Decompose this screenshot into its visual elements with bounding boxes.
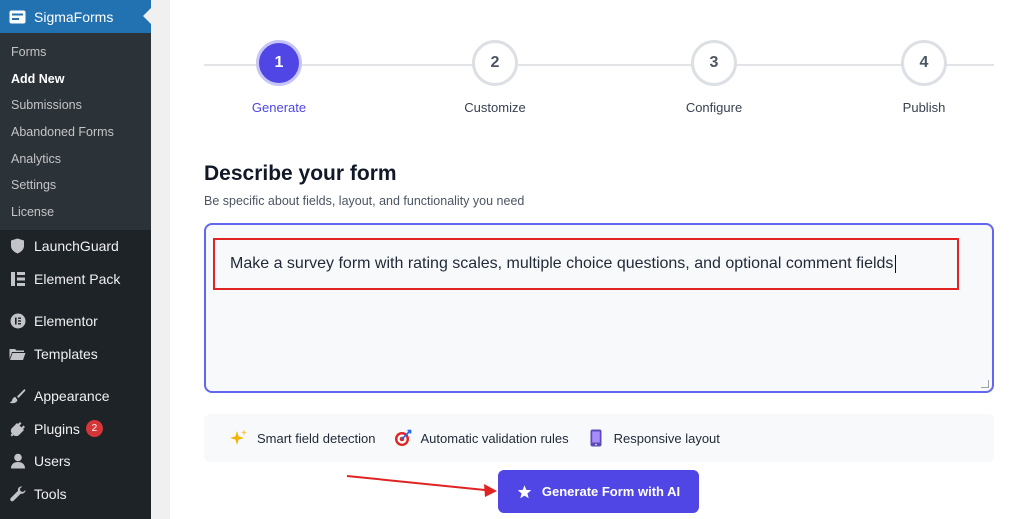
element-pack-icon xyxy=(9,270,26,287)
step-label: Generate xyxy=(251,100,307,115)
step-number: 1 xyxy=(256,40,302,86)
submenu-forms[interactable]: Forms xyxy=(0,39,151,66)
feature-smart-field-detection: Smart field detection xyxy=(230,429,376,447)
form-description-textarea[interactable]: Make a survey form with rating scales, m… xyxy=(204,223,994,393)
brush-icon xyxy=(9,388,26,405)
step-generate[interactable]: 1 Generate xyxy=(209,40,349,115)
submenu-analytics[interactable]: Analytics xyxy=(0,146,151,173)
feature-label: Smart field detection xyxy=(257,430,376,446)
shield-icon xyxy=(9,238,26,255)
form-icon xyxy=(9,10,26,24)
sidebar-item-elementor[interactable]: Elementor xyxy=(0,305,151,338)
step-number: 3 xyxy=(691,40,737,86)
plugins-update-badge: 2 xyxy=(85,420,103,438)
sidebar-item-label: Appearance xyxy=(34,388,110,405)
step-number: 4 xyxy=(901,40,947,86)
sidebar-submenu: Forms Add New Submissions Abandoned Form… xyxy=(0,33,151,230)
sidebar-item-plugins[interactable]: Plugins 2 xyxy=(0,412,151,445)
generate-button-label: Generate Form with AI xyxy=(541,484,681,499)
sidebar-item-templates[interactable]: Templates xyxy=(0,337,151,370)
submenu-license[interactable]: License xyxy=(0,199,151,226)
step-label: Configure xyxy=(685,100,743,115)
generate-form-button[interactable]: Generate Form with AI xyxy=(498,470,699,513)
submenu-settings[interactable]: Settings xyxy=(0,172,151,199)
sidebar-item-label: Templates xyxy=(34,345,98,362)
wrench-icon xyxy=(9,485,26,502)
step-publish[interactable]: 4 Publish xyxy=(854,40,994,115)
plug-icon xyxy=(9,420,26,437)
sparkles-icon xyxy=(230,429,248,447)
feature-automatic-validation-rules: Automatic validation rules xyxy=(394,429,569,447)
page-title: Describe your form xyxy=(204,162,397,185)
elementor-icon xyxy=(9,313,26,330)
prompt-value: Make a survey form with rating scales, m… xyxy=(230,255,894,272)
annotation-arrow-icon xyxy=(346,475,497,497)
feature-list: Smart field detection Automatic validati… xyxy=(204,414,994,462)
star-icon xyxy=(517,484,532,499)
main-content: 1 Generate 2 Customize 3 Configure 4 Pub… xyxy=(170,0,1024,519)
sidebar-item-users[interactable]: Users xyxy=(0,445,151,478)
sidebar-item-sigmaforms[interactable]: SigmaForms xyxy=(0,0,151,33)
sidebar-item-launchguard[interactable]: LaunchGuard xyxy=(0,230,151,263)
active-menu-pointer xyxy=(143,8,151,24)
sidebar-item-label: Element Pack xyxy=(34,270,121,287)
admin-sidebar: SigmaForms Forms Add New Submissions Aba… xyxy=(0,0,151,519)
highlighted-prompt-text: Make a survey form with rating scales, m… xyxy=(213,238,959,290)
step-number: 2 xyxy=(472,40,518,86)
page-subtitle: Be specific about fields, layout, and fu… xyxy=(204,194,525,208)
feature-label: Responsive layout xyxy=(613,430,720,446)
feature-label: Automatic validation rules xyxy=(420,430,569,446)
target-icon xyxy=(394,429,412,447)
sidebar-item-label: SigmaForms xyxy=(34,8,114,25)
progress-stepper: 1 Generate 2 Customize 3 Configure 4 Pub… xyxy=(204,40,994,120)
submenu-abandoned-forms[interactable]: Abandoned Forms xyxy=(0,119,151,146)
sidebar-item-label: Elementor xyxy=(34,313,98,330)
sidebar-item-appearance[interactable]: Appearance xyxy=(0,380,151,413)
sidebar-item-label: Plugins xyxy=(34,420,80,437)
feature-responsive-layout: Responsive layout xyxy=(587,429,720,447)
resize-handle[interactable] xyxy=(981,380,989,388)
sidebar-item-label: Tools xyxy=(34,485,67,502)
submenu-submissions[interactable]: Submissions xyxy=(0,92,151,119)
submenu-add-new[interactable]: Add New xyxy=(0,66,151,93)
sidebar-item-element-pack[interactable]: Element Pack xyxy=(0,262,151,295)
step-label: Publish xyxy=(902,100,946,115)
step-customize[interactable]: 2 Customize xyxy=(425,40,565,115)
step-configure[interactable]: 3 Configure xyxy=(644,40,784,115)
user-icon xyxy=(9,453,26,470)
sidebar-item-tools[interactable]: Tools xyxy=(0,477,151,510)
sidebar-item-label: LaunchGuard xyxy=(34,238,119,255)
folder-icon xyxy=(9,345,26,362)
text-caret xyxy=(895,255,897,273)
mobile-icon xyxy=(587,429,605,447)
step-label: Customize xyxy=(464,100,526,115)
sidebar-item-label: Users xyxy=(34,453,71,470)
